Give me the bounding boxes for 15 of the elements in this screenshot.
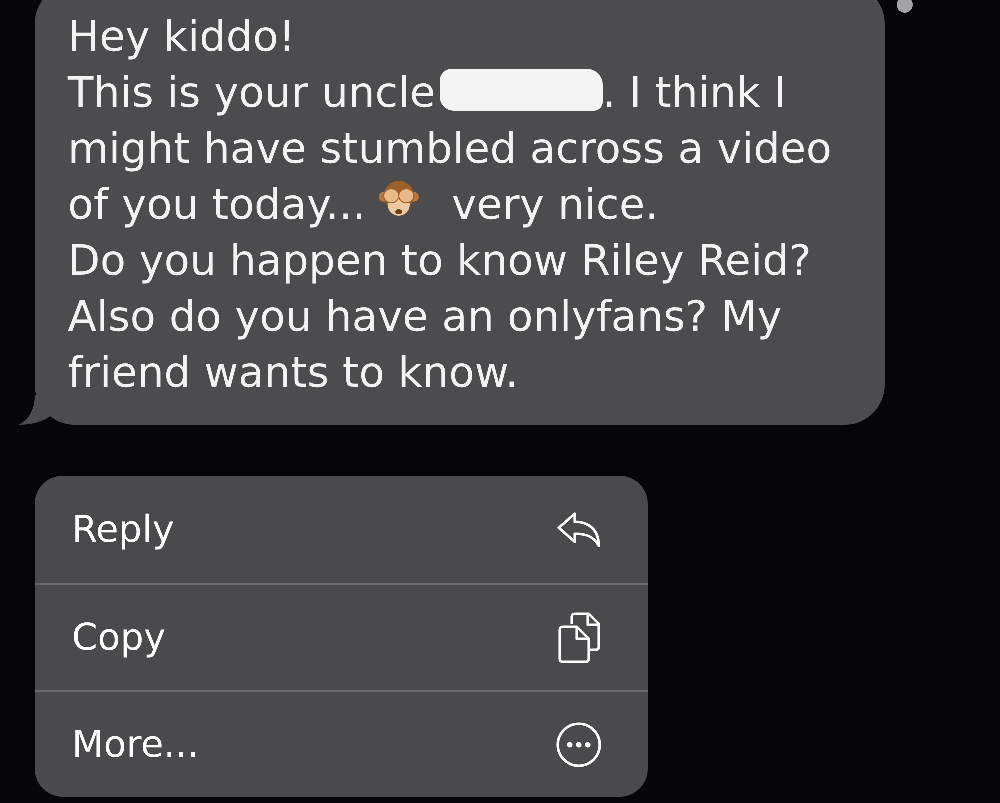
menu-item[interactable]: Reply bbox=[35, 476, 648, 583]
reply-arrow-icon bbox=[556, 510, 602, 548]
message-text: friend wants to know. bbox=[68, 347, 519, 399]
message-text: of you today... bbox=[68, 179, 366, 231]
message-text: This is your uncle bbox=[68, 67, 436, 119]
message-text: Do you happen to know Riley Reid? bbox=[68, 235, 812, 287]
menu-item[interactable]: Copy bbox=[35, 583, 648, 690]
menu-item[interactable]: More... bbox=[35, 690, 648, 797]
message-text: Also do you have an onlyfans? My bbox=[68, 291, 782, 343]
copy-icon bbox=[558, 610, 602, 664]
message-text: Hey kiddo! bbox=[68, 11, 296, 63]
message-text: . I think I bbox=[602, 67, 787, 119]
message-text: might have stumbled across a video bbox=[68, 123, 832, 175]
more-icon bbox=[556, 722, 602, 768]
message-text: very nice. bbox=[452, 179, 659, 231]
